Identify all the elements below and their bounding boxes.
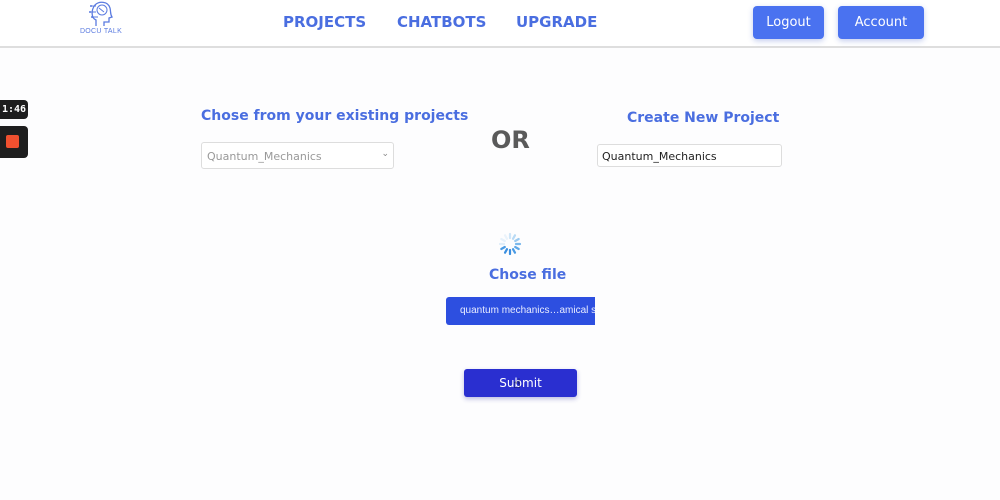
or-divider: OR [491,126,530,154]
hand-cursor-icon: ☝ [513,377,521,392]
nav-projects[interactable]: PROJECTS [283,13,366,31]
chevron-down-icon: ⌄ [381,149,389,159]
logout-button[interactable]: Logout [753,6,824,39]
stop-recording-button[interactable] [0,126,28,158]
top-nav-bar: DOCU TALK PROJECTS CHATBOTS UPGRADE Logo… [0,0,1000,48]
existing-project-select[interactable]: Quantum_Mechanics ⌄ [201,142,394,169]
selected-project: Quantum_Mechanics [207,150,322,163]
nav-chatbots[interactable]: CHATBOTS [397,13,486,31]
recording-timer: 1:46 [0,100,28,119]
file-picker-button[interactable]: quantum mechanics…amical sy [446,297,595,325]
choose-file-heading: Chose file [489,267,567,283]
logo-text: DOCU TALK [79,28,123,35]
brain-head-icon [89,1,114,26]
stop-icon [6,135,19,148]
nav-upgrade[interactable]: UPGRADE [516,13,597,31]
loading-spinner-icon [498,232,522,256]
account-button[interactable]: Account [838,6,924,39]
logo[interactable]: DOCU TALK [78,0,124,40]
create-project-heading: Create New Project [627,110,780,126]
existing-projects-heading: Chose from your existing projects [201,108,469,124]
new-project-input[interactable]: Quantum_Mechanics [597,144,782,167]
